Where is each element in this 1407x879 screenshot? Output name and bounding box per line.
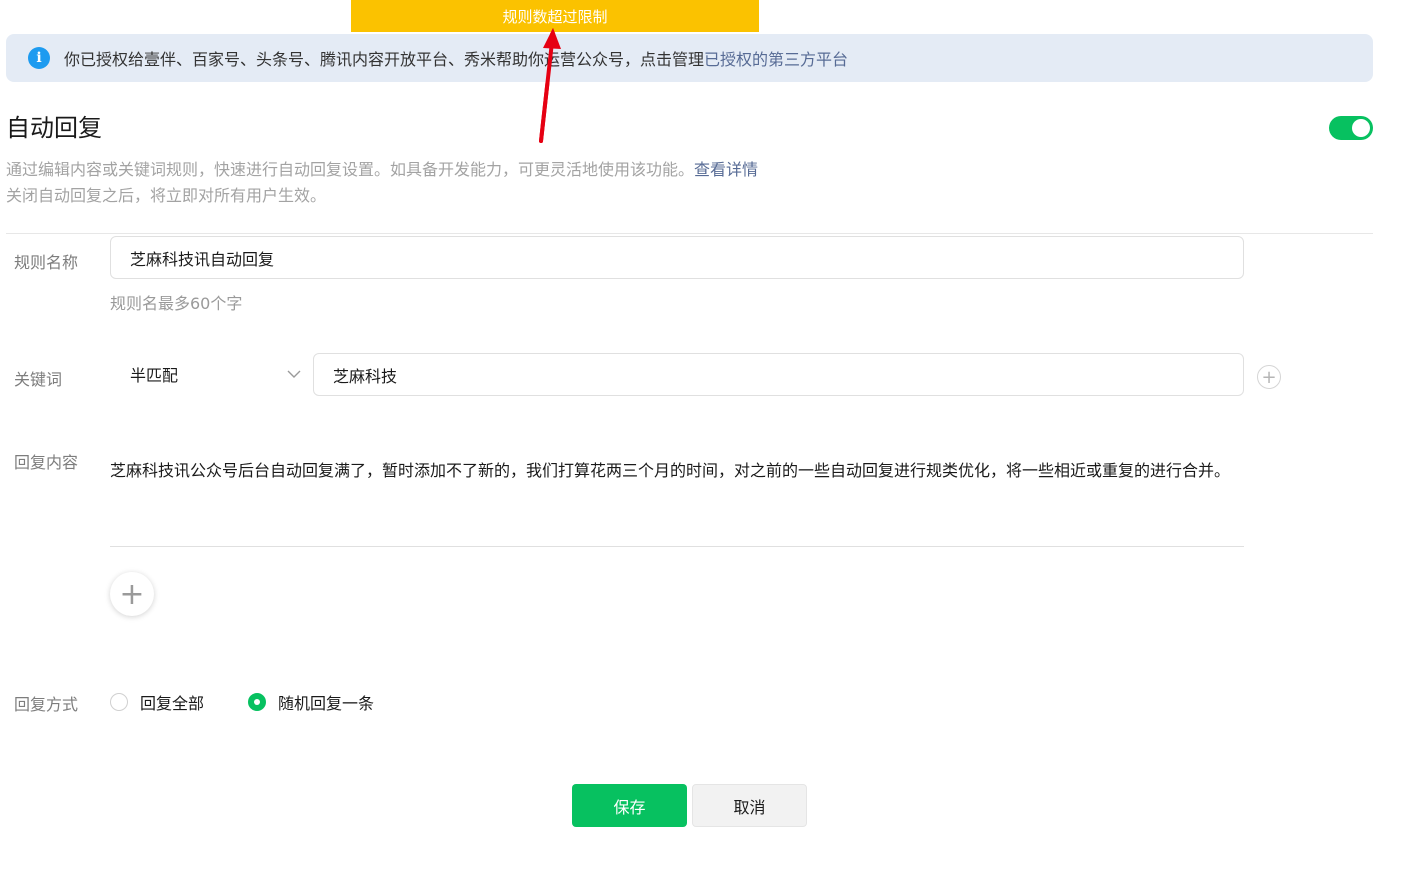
description-line-1: 通过编辑内容或关键词规则，快速进行自动回复设置。如具备开发能力，可更灵活地使用该… bbox=[6, 156, 758, 180]
annotation-arrow-overlay-icon bbox=[539, 28, 561, 143]
add-reply-button[interactable]: + bbox=[110, 572, 154, 616]
view-details-link[interactable]: 查看详情 bbox=[694, 160, 758, 179]
radio-random-reply-circle[interactable] bbox=[248, 693, 266, 711]
authorization-notice: i 你已授权给壹伴、百家号、头条号、腾讯内容开放平台、秀米帮助你运营公众号，点击… bbox=[6, 34, 1373, 82]
rule-name-input[interactable]: 芝麻科技讯自动回复 bbox=[110, 236, 1244, 279]
notice-text: 你已授权给壹伴、百家号、头条号、腾讯内容开放平台、秀米帮助你运营公众号，点击管理 bbox=[64, 50, 705, 69]
page-title: 自动回复 bbox=[6, 114, 102, 142]
description-text: 通过编辑内容或关键词规则，快速进行自动回复设置。如具备开发能力，可更灵活地使用该… bbox=[6, 160, 695, 179]
match-mode-value: 半匹配 bbox=[130, 366, 179, 385]
cancel-button[interactable]: 取消 bbox=[692, 784, 807, 827]
authorized-platforms-link[interactable]: 已授权的第三方平台 bbox=[704, 46, 848, 70]
auto-reply-toggle[interactable] bbox=[1329, 116, 1373, 140]
plus-icon: + bbox=[119, 576, 145, 612]
rule-name-label: 规则名称 bbox=[14, 253, 79, 272]
rule-name-value: 芝麻科技讯自动回复 bbox=[130, 249, 275, 269]
radio-reply-all[interactable]: 回复全部 bbox=[110, 690, 204, 714]
description-line-2: 关闭自动回复之后，将立即对所有用户生效。 bbox=[6, 186, 327, 205]
chevron-down-icon bbox=[287, 370, 301, 378]
radio-random-reply[interactable]: 随机回复一条 bbox=[248, 690, 374, 714]
reply-mode-label: 回复方式 bbox=[14, 695, 79, 714]
radio-random-reply-label: 随机回复一条 bbox=[278, 694, 375, 713]
save-button[interactable]: 保存 bbox=[572, 784, 687, 827]
radio-reply-all-circle[interactable] bbox=[110, 693, 128, 711]
toggle-knob bbox=[1352, 119, 1370, 137]
section-divider bbox=[6, 233, 1373, 234]
plus-icon: + bbox=[1261, 366, 1277, 388]
radio-reply-all-label: 回复全部 bbox=[140, 694, 205, 713]
keyword-input[interactable]: 芝麻科技 bbox=[313, 353, 1244, 396]
reply-divider bbox=[110, 546, 1244, 547]
keyword-value: 芝麻科技 bbox=[333, 366, 398, 386]
keyword-label: 关键词 bbox=[14, 370, 63, 389]
info-icon: i bbox=[28, 47, 50, 69]
rule-name-hint: 规则名最多60个字 bbox=[110, 294, 243, 313]
add-keyword-button[interactable]: + bbox=[1257, 365, 1281, 389]
match-mode-select[interactable]: 半匹配 bbox=[110, 353, 310, 395]
reply-content-label: 回复内容 bbox=[14, 453, 79, 472]
reply-content-text[interactable]: 芝麻科技讯公众号后台自动回复满了，暂时添加不了新的，我们打算花两三个月的时间，对… bbox=[110, 458, 1244, 484]
